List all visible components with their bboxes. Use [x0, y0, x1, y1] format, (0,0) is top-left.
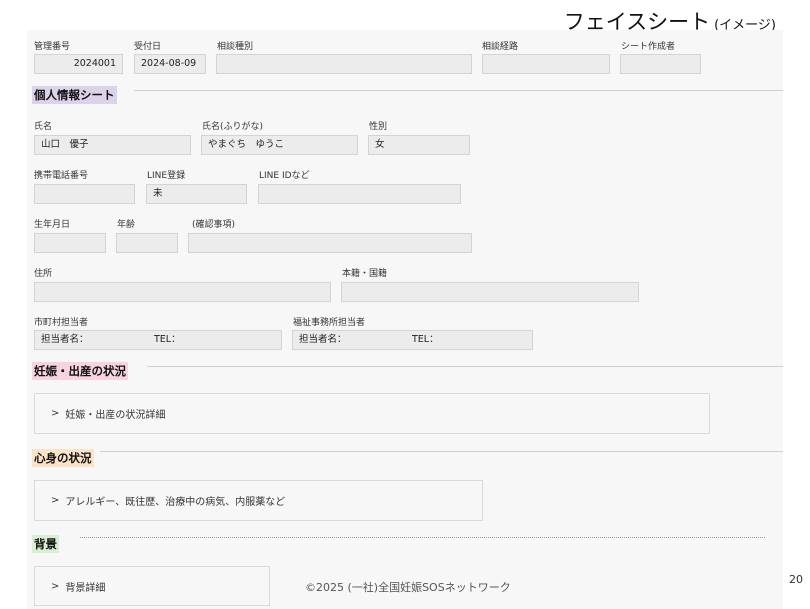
sex-field[interactable]: 女 [368, 135, 470, 155]
city-staff-label: 市町村担当者 [34, 318, 89, 328]
age-label: 年齢 [117, 220, 136, 230]
city-staff-name-label: 担当者名： [41, 334, 89, 345]
admin-no-label: 管理番号 [34, 42, 71, 52]
personal-info-heading: 個人情報シート [32, 86, 117, 104]
phone-label: 携帯電話番号 [34, 171, 89, 181]
pregnancy-detail-label: 妊娠・出産の状況詳細 [65, 410, 166, 421]
confirm-field[interactable] [188, 233, 472, 253]
chevron-right-icon: > [51, 580, 60, 592]
face-sheet-panel [27, 30, 783, 609]
chevron-right-icon: > [51, 408, 60, 419]
admin-no-field[interactable]: 2024001 [34, 54, 123, 74]
domicile-label: 本籍・国籍 [342, 269, 388, 279]
city-staff-field[interactable]: 担当者名： TEL： [34, 330, 282, 350]
sex-label: 性別 [369, 122, 388, 132]
consult-type-label: 相談種別 [217, 42, 254, 52]
pregnancy-heading: 妊娠・出産の状況 [32, 362, 128, 380]
creator-field[interactable] [620, 54, 701, 74]
age-field[interactable] [116, 233, 178, 253]
background-detail-toggle[interactable]: > 背景詳細 [34, 566, 270, 606]
creator-label: シート作成者 [621, 42, 676, 52]
welfare-staff-field[interactable]: 担当者名： TEL： [292, 330, 533, 350]
welfare-staff-tel-label: TEL： [412, 334, 439, 345]
kana-label: 氏名(ふりがな) [202, 122, 264, 132]
name-label: 氏名 [34, 122, 53, 132]
received-date-label: 受付日 [134, 42, 162, 52]
received-date-field[interactable]: 2024-08-09 [134, 54, 206, 74]
dob-label: 生年月日 [34, 220, 71, 230]
pregnancy-detail-toggle[interactable]: > 妊娠・出産の状況詳細 [34, 393, 710, 434]
health-detail-toggle[interactable]: > アレルギー、既往歴、治療中の病気、内服薬など [34, 480, 483, 521]
background-detail-label: 背景詳細 [65, 582, 106, 594]
health-heading: 心身の状況 [32, 449, 94, 467]
name-field[interactable]: 山口 優子 [34, 135, 191, 155]
dob-field[interactable] [34, 233, 106, 253]
personal-info-divider [134, 90, 783, 91]
kana-field[interactable]: やまぐち ゆうこ [201, 135, 358, 155]
line-id-field[interactable] [258, 184, 461, 204]
city-staff-tel-label: TEL： [154, 334, 181, 345]
line-reg-label: LINE登録 [147, 171, 186, 181]
welfare-staff-label: 福祉事務所担当者 [293, 318, 366, 328]
domicile-field[interactable] [341, 282, 639, 302]
confirm-label: (確認事項) [192, 220, 236, 230]
chevron-right-icon: > [51, 495, 60, 506]
phone-field[interactable] [34, 184, 135, 204]
health-detail-label: アレルギー、既往歴、治療中の病気、内服薬など [65, 497, 286, 508]
welfare-staff-name-label: 担当者名： [299, 334, 347, 345]
copyright-footer: ©2025 (一社)全国妊娠SOSネットワーク [305, 581, 511, 594]
consult-type-field[interactable] [216, 54, 472, 74]
page-number: 20 [789, 573, 803, 586]
line-id-label: LINE IDなど [259, 171, 310, 181]
background-divider [80, 537, 765, 538]
consult-route-label: 相談経路 [482, 42, 519, 52]
health-divider [100, 451, 783, 452]
consult-route-field[interactable] [482, 54, 610, 74]
background-heading: 背景 [32, 535, 59, 553]
address-label: 住所 [34, 269, 53, 279]
address-field[interactable] [34, 282, 331, 302]
line-reg-field[interactable]: 未 [146, 184, 247, 204]
pregnancy-divider [147, 366, 783, 367]
